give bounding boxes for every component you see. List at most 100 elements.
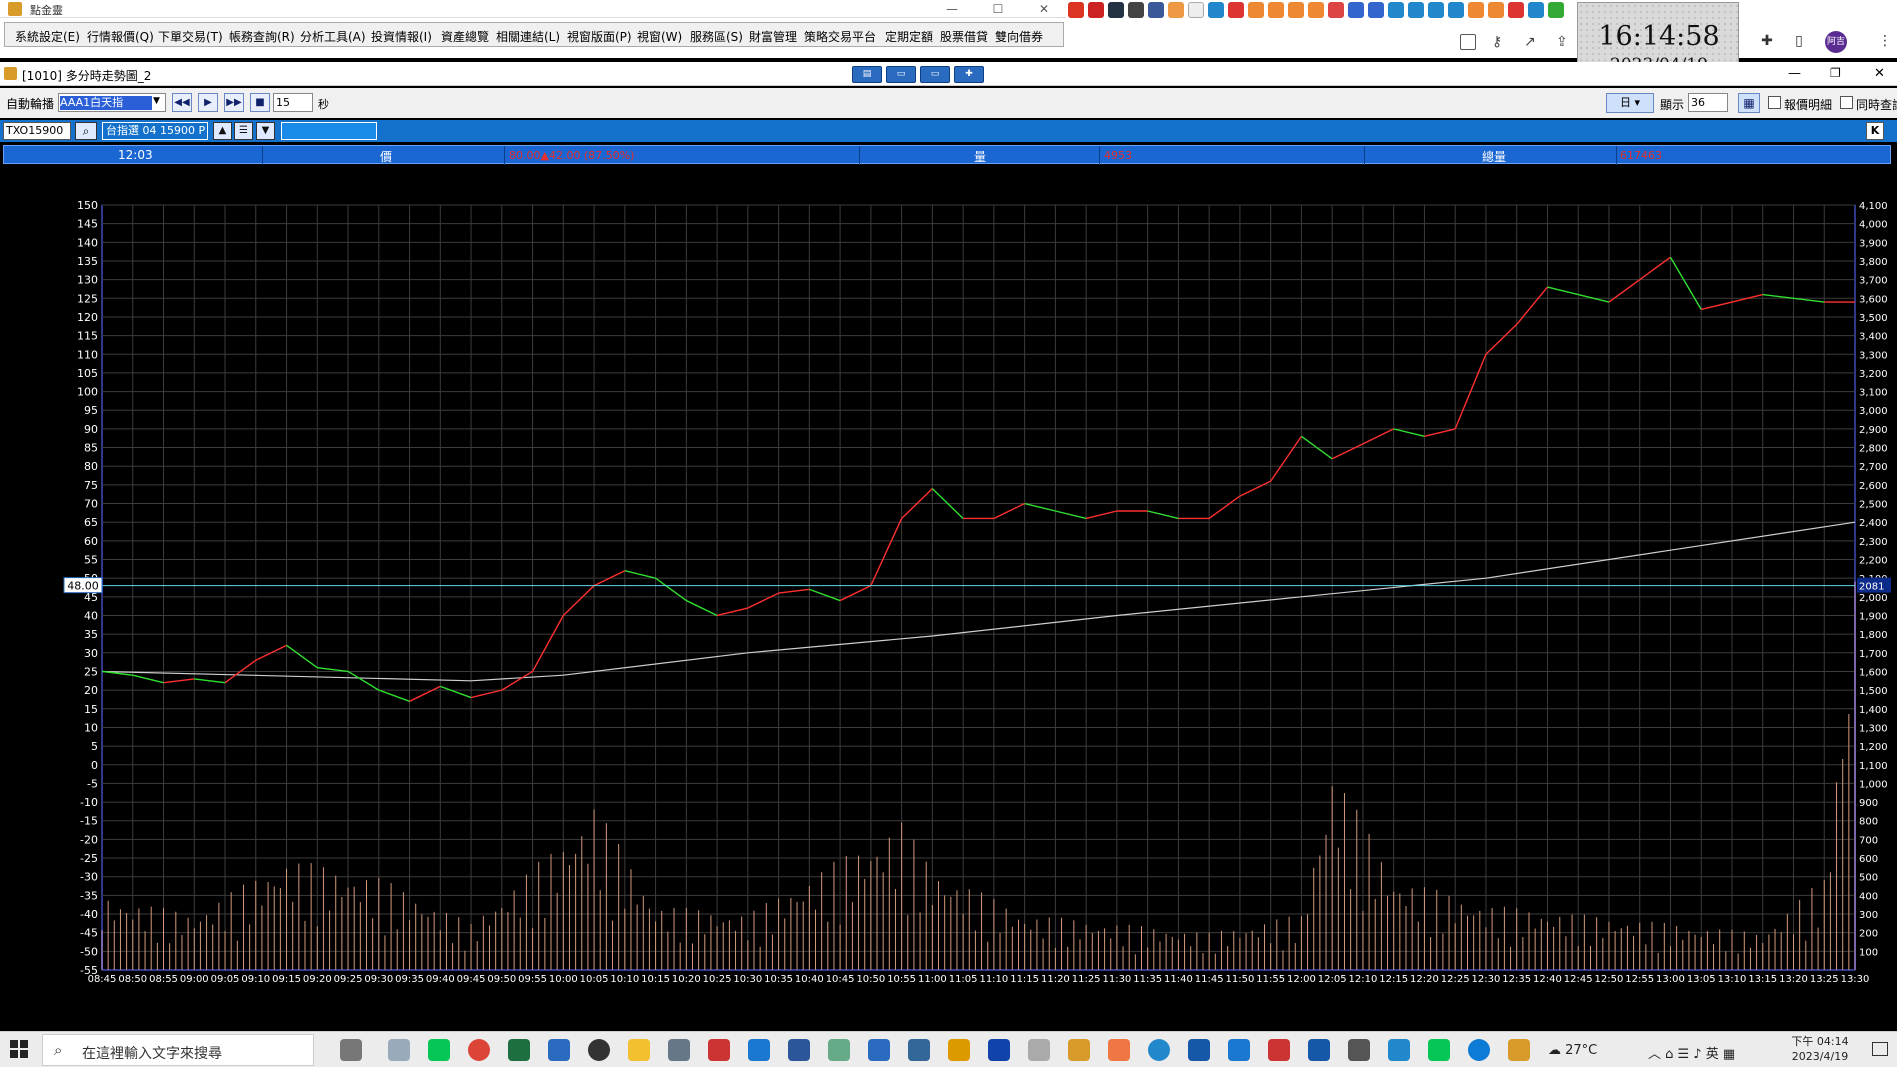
menu-analysis-tools[interactable]: 分析工具(A) [300, 28, 366, 45]
quick-icon-23[interactable] [1508, 2, 1524, 18]
taskbar-app-icon[interactable] [908, 1039, 930, 1061]
quick-icon-24[interactable] [1528, 2, 1544, 18]
chevron-down-icon[interactable]: ▼ [256, 122, 275, 140]
fast-forward-button[interactable]: ▶▶ [224, 93, 244, 112]
menu-service-area[interactable]: 服務區(S) [690, 28, 743, 45]
quick-icon-1[interactable] [1068, 2, 1084, 18]
puzzle-icon[interactable]: ✚ [1758, 32, 1776, 50]
key-icon[interactable]: ⚷ [1492, 34, 1502, 50]
more-icon[interactable]: ⋮ [1876, 32, 1894, 50]
quote-extra-field[interactable] [281, 122, 377, 140]
windows-start-icon[interactable] [10, 1040, 28, 1058]
close-icon[interactable]: ✕ [1022, 0, 1066, 18]
quick-icon-13[interactable] [1308, 2, 1324, 18]
up-arrow-icon[interactable]: ▲ [213, 122, 232, 140]
menu-strategy-trading[interactable]: 策略交易平台 [804, 28, 876, 45]
chrome-icon[interactable] [468, 1039, 490, 1061]
taskbar-app-icon[interactable] [708, 1039, 730, 1061]
taskbar-app-icon[interactable] [868, 1039, 890, 1061]
sub-close-icon[interactable]: ✕ [1874, 66, 1885, 81]
avatar[interactable]: 阿吉 [1825, 31, 1847, 53]
quick-icon-18[interactable] [1408, 2, 1424, 18]
system-tray[interactable]: ︿ ⌂ ☰ ♪ 英 ▦ [1648, 1043, 1735, 1062]
layout-button-2[interactable]: ▭ [886, 66, 916, 83]
ie-icon[interactable] [748, 1039, 770, 1061]
list-icon[interactable]: ☰ [234, 122, 253, 140]
quick-icon-5[interactable] [1148, 2, 1164, 18]
taskbar-app-icon[interactable] [548, 1039, 570, 1061]
menu-asset-overview[interactable]: 資產總覽 [441, 28, 489, 45]
layout-button-3[interactable]: ▭ [920, 66, 950, 83]
menu-order-trading[interactable]: 下單交易(T) [158, 28, 223, 45]
sub-minimize-icon[interactable]: — [1788, 66, 1801, 81]
quick-icon-4[interactable] [1128, 2, 1144, 18]
interval-stepper[interactable]: 15 [273, 93, 313, 112]
taskbar-active-app-icon[interactable] [1508, 1039, 1530, 1061]
quick-icon-12[interactable] [1288, 2, 1304, 18]
taskbar-app-icon[interactable] [1188, 1039, 1210, 1061]
edge-icon[interactable] [1468, 1039, 1490, 1061]
minimize-icon[interactable]: — [930, 0, 974, 18]
taskbar-app-icon[interactable] [1108, 1039, 1130, 1061]
share-icon[interactable]: ⇪ [1556, 34, 1568, 50]
intraday-chart[interactable]: 1501451401351301251201151101051009590858… [0, 165, 1897, 1035]
quick-icon-20[interactable] [1448, 2, 1464, 18]
quick-icon-17[interactable] [1388, 2, 1404, 18]
menu-two-way-lending[interactable]: 雙向借券 [995, 28, 1043, 45]
display-count-input[interactable]: 36 [1688, 93, 1728, 112]
quote-detail-checkbox[interactable] [1768, 96, 1781, 109]
line-icon[interactable] [1428, 1039, 1450, 1061]
quick-icon-6[interactable] [1168, 2, 1184, 18]
k-button[interactable]: K [1866, 122, 1884, 140]
sync-query-checkbox[interactable] [1840, 96, 1853, 109]
taskbar-app-icon[interactable] [668, 1039, 690, 1061]
menu-system-settings[interactable]: 系統設定(E) [15, 28, 80, 45]
quick-icon-8[interactable] [1208, 2, 1224, 18]
layout-button-4[interactable]: ✚ [954, 66, 984, 83]
menu-periodic-investment[interactable]: 定期定額 [885, 28, 933, 45]
taskbar-app-icon[interactable] [388, 1039, 410, 1061]
stop-button[interactable]: ■ [250, 93, 270, 112]
taskview-icon[interactable] [340, 1039, 362, 1061]
taskbar-app-icon[interactable] [588, 1039, 610, 1061]
mail-icon[interactable] [1228, 1039, 1250, 1061]
sub-restore-icon[interactable]: ❐ [1830, 66, 1841, 80]
menu-account-query[interactable]: 帳務查詢(R) [229, 28, 295, 45]
menu-wealth-management[interactable]: 財富管理 [749, 28, 797, 45]
clipboard-icon[interactable] [1460, 34, 1476, 50]
menu-quotes[interactable]: 行情報價(Q) [87, 28, 154, 45]
quick-icon-11[interactable] [1268, 2, 1284, 18]
open-external-icon[interactable]: ↗ [1524, 34, 1536, 50]
menu-window[interactable]: 視窗(W) [637, 28, 682, 45]
menu-stock-lending[interactable]: 股票借貸 [940, 28, 988, 45]
telegram-icon[interactable] [1148, 1039, 1170, 1061]
quick-icon-22[interactable] [1488, 2, 1504, 18]
quick-icon-15[interactable] [1348, 2, 1364, 18]
symbol-input[interactable]: TXO15900 [3, 122, 71, 140]
maximize-icon[interactable]: ☐ [976, 0, 1020, 18]
taskbar-app-icon[interactable] [948, 1039, 970, 1061]
rewind-button[interactable]: ◀◀ [172, 93, 192, 112]
quick-icon-9[interactable] [1228, 2, 1244, 18]
taskbar-app-icon[interactable] [1068, 1039, 1090, 1061]
quick-icon-2[interactable] [1088, 2, 1104, 18]
line-icon[interactable] [428, 1039, 450, 1061]
quick-icon-3[interactable] [1108, 2, 1124, 18]
weather-widget[interactable]: ☁ 27°C [1548, 1043, 1597, 1058]
quick-icon-25[interactable] [1548, 2, 1564, 18]
taskbar-app-icon[interactable] [828, 1039, 850, 1061]
notification-icon[interactable] [1872, 1042, 1888, 1056]
quick-icon-10[interactable] [1248, 2, 1264, 18]
view-mode-button[interactable]: 日 ▾ [1606, 93, 1654, 113]
chevron-down-icon[interactable]: ▼ [153, 96, 160, 106]
taskbar-app-icon[interactable] [1308, 1039, 1330, 1061]
menu-window-layout[interactable]: 視窗版面(P) [567, 28, 632, 45]
taskbar-app-icon[interactable] [1388, 1039, 1410, 1061]
excel-icon[interactable] [508, 1039, 530, 1061]
taskbar-app-icon[interactable] [1348, 1039, 1370, 1061]
system-clock[interactable]: 下午 04:14 2023/4/19 [1780, 1034, 1860, 1064]
taskbar-app-icon[interactable] [1028, 1039, 1050, 1061]
layout-button-1[interactable]: ▤ [852, 66, 882, 83]
word-icon[interactable] [788, 1039, 810, 1061]
quick-icon-21[interactable] [1468, 2, 1484, 18]
